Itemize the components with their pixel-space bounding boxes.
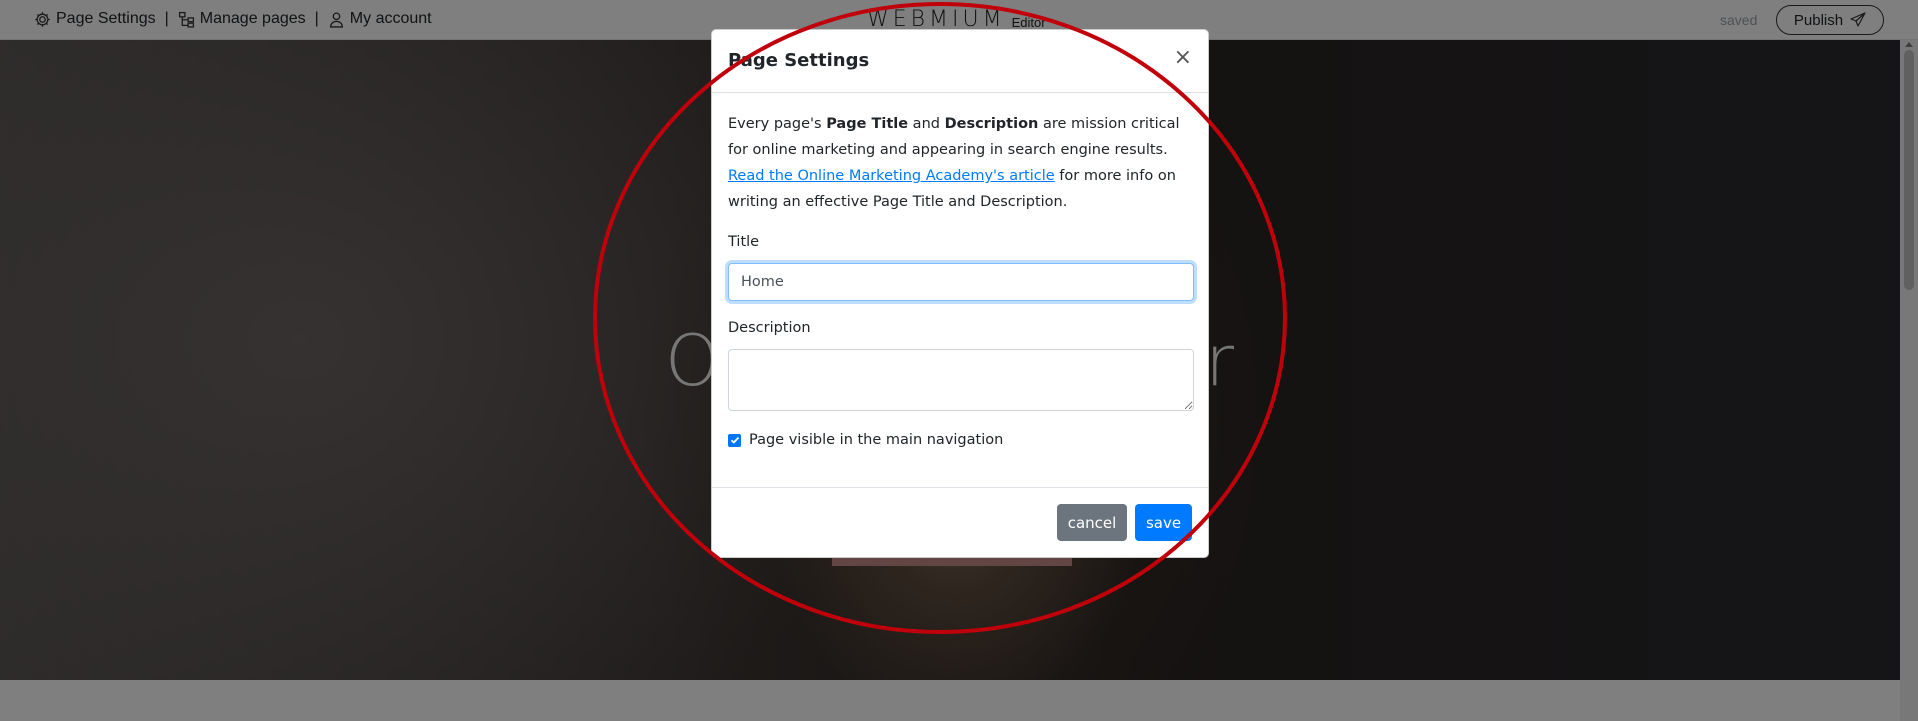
annotation-circle — [593, 2, 1287, 634]
